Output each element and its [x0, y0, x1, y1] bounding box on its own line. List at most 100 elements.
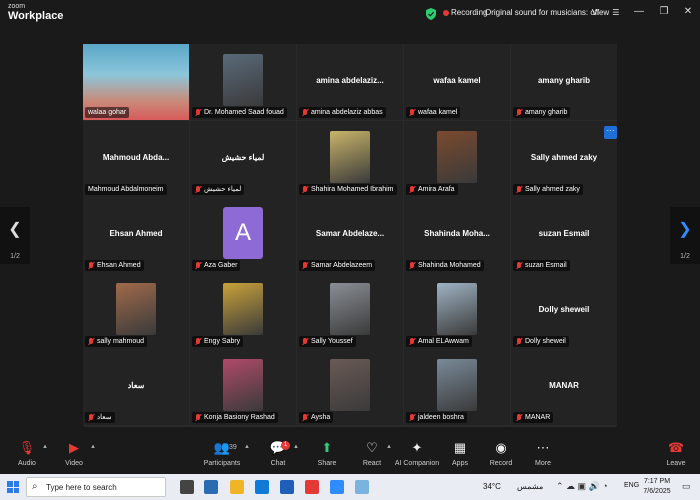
more-button[interactable]: ⋯ More: [521, 440, 565, 467]
participant-name-label: walaa gohar: [85, 107, 130, 118]
participant-photo: [116, 283, 156, 335]
participant-tile[interactable]: Konja Basiony Rashad: [190, 349, 296, 425]
participant-photo: [223, 359, 263, 411]
participant-tile[interactable]: wafaa kamel wafaa kamel: [404, 44, 510, 120]
language-indicator[interactable]: ENG: [624, 482, 639, 489]
task-view-icon[interactable]: [180, 480, 194, 494]
participant-tile[interactable]: Samar Abdelaze... Samar Abdelazeem: [297, 197, 403, 273]
participant-tile[interactable]: Dolly sheweil Dolly sheweil: [511, 273, 617, 349]
participant-photo: [330, 283, 370, 335]
participant-tile[interactable]: suzan Esmail suzan Esmail: [511, 197, 617, 273]
participant-name-text: Amal ELAwwam: [418, 338, 469, 345]
mic-muted-icon: [195, 185, 201, 194]
mic-muted-icon: [88, 261, 94, 270]
participant-display-name: Shahinda Moha...: [424, 229, 490, 238]
participant-name-text: Mahmoud Abdalmoneim: [88, 186, 164, 193]
chevron-up-icon[interactable]: ▲: [42, 444, 48, 450]
participant-tile[interactable]: A Aza Gaber: [190, 197, 296, 273]
weather-temperature[interactable]: 34°C: [483, 482, 501, 491]
recording-status[interactable]: Recording: [451, 8, 487, 17]
zoom-app-icon[interactable]: [330, 480, 344, 494]
clock-time: 7:17 PM: [643, 478, 671, 485]
participant-tile[interactable]: Sally Youssef: [297, 273, 403, 349]
chevron-up-icon[interactable]: ▲: [90, 444, 96, 450]
taskbar-clock[interactable]: 7:17 PM 7/6/2025: [642, 477, 672, 497]
shield-icon[interactable]: [426, 8, 436, 20]
chrome-icon[interactable]: [305, 480, 319, 494]
participant-name-text: sally mahmoud: [97, 338, 145, 345]
windows-taskbar: ⌕ Type here to search 34°C مشمس ⌃ ☁ ▣ 🔊 …: [0, 474, 700, 500]
system-tray-icons[interactable]: ⌃ ☁ ▣ 🔊 ◔: [556, 481, 608, 492]
share-button[interactable]: ⬆ Share: [305, 440, 349, 467]
record-icon: ◉: [495, 440, 507, 455]
participant-name-label: Shahira Mohamed Ibrahim: [299, 184, 397, 195]
view-button[interactable]: View ☰: [592, 8, 619, 17]
participant-photo: [437, 131, 477, 183]
record-button[interactable]: ◉ Record: [479, 440, 523, 467]
participant-name-label: Ehsan Ahmed: [85, 260, 144, 271]
participant-tile[interactable]: Amal ELAwwam: [404, 273, 510, 349]
leave-button[interactable]: ☎ Leave: [654, 440, 698, 467]
participant-tile[interactable]: Shahira Mohamed Ibrahim: [297, 121, 403, 197]
close-icon[interactable]: ✕: [681, 6, 695, 17]
meeting-toolbar: 🎙 Audio ▲ ▶ Video ▲ 👥 Participants ▲ 💬 C…: [0, 434, 700, 474]
notification-icon[interactable]: ▭: [682, 481, 691, 492]
chevron-left-icon: ❮: [8, 221, 22, 238]
chevron-up-icon[interactable]: ▲: [293, 444, 299, 450]
ai-companion-button[interactable]: ✦ AI Companion: [394, 440, 440, 467]
apps-icon: ▦: [453, 440, 467, 455]
participant-tile[interactable]: MANAR MANAR: [511, 349, 617, 425]
mic-muted-icon: [195, 337, 201, 346]
maximize-icon[interactable]: ❐: [657, 6, 671, 17]
participant-name-label: Amal ELAwwam: [406, 336, 472, 347]
mic-muted-icon: [516, 337, 522, 346]
participants-button[interactable]: 👥 Participants: [200, 440, 244, 467]
taskbar-search-input[interactable]: ⌕ Type here to search: [26, 477, 166, 497]
participant-photo: [330, 131, 370, 183]
chevron-up-icon[interactable]: ▲: [244, 444, 250, 450]
participant-name-label: سعاد: [85, 412, 115, 423]
participant-display-name: Dolly sheweil: [538, 305, 590, 314]
app-icon[interactable]: [204, 480, 218, 494]
participant-tile[interactable]: Aysha: [297, 349, 403, 425]
participant-name-text: amany gharib: [525, 109, 568, 116]
chat-unread-badge: 1: [281, 441, 290, 450]
react-label: React: [362, 460, 382, 467]
participant-tile[interactable]: Shahinda Moha... Shahinda Mohamed: [404, 197, 510, 273]
participant-tile[interactable]: Dr. Mohamed Saad fouad: [190, 44, 296, 120]
zoom-logo: zoom Workplace: [8, 3, 63, 22]
participant-tile[interactable]: amina abdelaziz... amina abdelaziz abbas: [297, 44, 403, 120]
participant-tile[interactable]: sally mahmoud: [83, 273, 189, 349]
tile-more-options-icon[interactable]: ···: [604, 126, 617, 139]
word-icon[interactable]: [280, 480, 294, 494]
mic-muted-icon: [88, 413, 94, 422]
minimize-icon[interactable]: —: [632, 6, 646, 17]
apps-button[interactable]: ▦ Apps: [438, 440, 482, 467]
app-icon[interactable]: [355, 480, 369, 494]
participant-tile[interactable]: amany gharib amany gharib: [511, 44, 617, 120]
participant-tile[interactable]: jaldeen boshra: [404, 349, 510, 425]
mic-muted-icon: [195, 261, 201, 270]
participant-tile[interactable]: Engy Sabry: [190, 273, 296, 349]
participant-tile[interactable]: Mahmoud Abda... Mahmoud Abdalmoneim: [83, 121, 189, 197]
participant-tile[interactable]: Ehsan Ahmed Ehsan Ahmed: [83, 197, 189, 273]
search-placeholder: Type here to search: [46, 483, 117, 492]
weather-condition[interactable]: مشمس: [517, 482, 543, 491]
mic-muted-icon: [409, 261, 415, 270]
next-page-button[interactable]: ❯ 1/2: [670, 207, 700, 264]
original-sound-status[interactable]: Original sound for musicians: off: [485, 8, 599, 17]
participant-tile[interactable]: سعاد سعاد: [83, 349, 189, 425]
participant-name-text: Shahinda Mohamed: [418, 262, 481, 269]
participant-name-label: Dr. Mohamed Saad fouad: [192, 107, 287, 118]
edge-icon[interactable]: [255, 480, 269, 494]
search-icon: ⌕: [32, 481, 38, 492]
windows-start-icon[interactable]: [7, 481, 19, 493]
file-explorer-icon[interactable]: [230, 480, 244, 494]
previous-page-button[interactable]: ❮ 1/2: [0, 207, 30, 264]
chevron-up-icon[interactable]: ▲: [386, 444, 392, 450]
participant-tile[interactable]: لمياء حشيش لمياء حشيش: [190, 121, 296, 197]
participant-tile[interactable]: Sally ahmed zaky Sally ahmed zaky: [511, 121, 617, 197]
participant-name-label: jaldeen boshra: [406, 412, 467, 423]
participant-tile[interactable]: walaa gohar: [83, 44, 189, 120]
participant-tile[interactable]: Amira Arafa: [404, 121, 510, 197]
